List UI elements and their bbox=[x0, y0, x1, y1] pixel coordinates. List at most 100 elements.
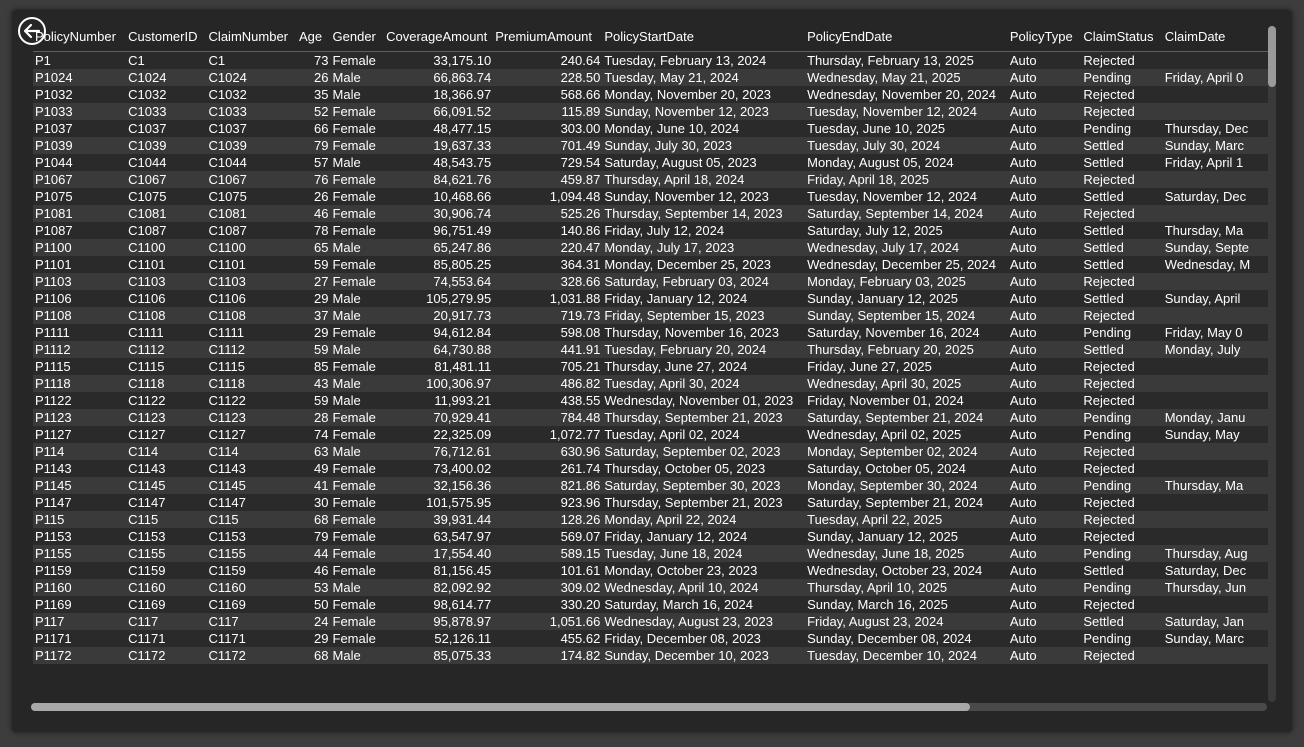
table-row[interactable]: P1087 C1087 C1087 78 Female 96,751.49 140.86 Fr… bbox=[33, 221, 1269, 239]
table-cell-premiumamount: 923.96 bbox=[560, 494, 601, 510]
table-cell-claimnumber: C1044 bbox=[208, 154, 247, 170]
table-cell-claimnumber: C1037 bbox=[208, 120, 247, 136]
table-cell-claimstatus: Rejected bbox=[1083, 52, 1135, 68]
table-row[interactable]: P1067 C1067 C1067 76 Female 84,621.76 459.87 Th… bbox=[33, 170, 1269, 188]
table-cell-claimdate bbox=[1163, 358, 1269, 375]
table-cell-policystartdate: Thursday, September 21, 2023 bbox=[604, 409, 783, 425]
table-cell-gender: Male bbox=[332, 239, 361, 255]
table-cell-policyenddate: Wednesday, November 20, 2024 bbox=[807, 86, 996, 102]
table-cell-policytype: Auto bbox=[1009, 256, 1037, 272]
table-row[interactable]: P1160 C1160 C1160 53 Male 82,092.92 309.02 Wedn… bbox=[33, 578, 1269, 596]
table-cell-claimnumber: C1122 bbox=[208, 392, 246, 408]
table-cell-claimdate: Thursday, Dec bbox=[1164, 120, 1249, 136]
table-row[interactable]: P1123 C1123 C1123 28 Female 70,929.41 784.48 Th… bbox=[33, 408, 1269, 426]
table-row[interactable]: P1171 C1171 C1171 29 Female 52,126.11 455.62 Fr… bbox=[33, 629, 1269, 647]
table-row[interactable]: P1118 C1118 C1118 43 Male 100,306.97 486.82 Tue… bbox=[33, 374, 1269, 392]
vertical-scrollbar[interactable] bbox=[1268, 26, 1276, 702]
table-cell-claimstatus: Settled bbox=[1083, 154, 1124, 170]
table-row[interactable]: P1143 C1143 C1143 49 Female 73,400.02 261.74 Th… bbox=[33, 459, 1269, 477]
table-cell-claimdate: Friday, April 0 bbox=[1164, 69, 1244, 85]
table-row[interactable]: P1122 C1122 C1122 59 Male 11,993.21 438.55 Wedn… bbox=[33, 391, 1269, 409]
table-cell-gender: Female bbox=[332, 562, 376, 578]
table-row[interactable]: P114 C114 C114 63 Male 76,712.61 630.96 Saturda… bbox=[33, 442, 1269, 460]
table-cell-age: 29 bbox=[314, 630, 329, 646]
column-header-gender[interactable]: Gender bbox=[331, 22, 385, 51]
back-button[interactable] bbox=[17, 16, 47, 46]
table-row[interactable]: P1155 C1155 C1155 44 Female 17,554.40 589.15 Tu… bbox=[33, 544, 1269, 562]
table-cell-claimstatus: Rejected bbox=[1083, 273, 1135, 289]
table-cell-age: 66 bbox=[314, 120, 329, 136]
table-cell-gender: Male bbox=[332, 290, 361, 306]
horizontal-scrollbar-thumb[interactable] bbox=[31, 703, 971, 711]
table-cell-policyenddate: Saturday, September 21, 2024 bbox=[807, 494, 984, 510]
table-cell-policystartdate: Thursday, April 18, 2024 bbox=[604, 171, 745, 187]
table-row[interactable]: P1172 C1172 C1172 68 Male 85,075.33 174.82 Sund… bbox=[33, 646, 1269, 664]
table-row[interactable]: P1103 C1103 C1103 27 Female 74,553.64 328.66 Sa… bbox=[33, 272, 1269, 290]
table-row[interactable]: P1037 C1037 C1037 66 Female 48,477.15 303.00 Mo… bbox=[33, 119, 1269, 137]
table-row[interactable]: P1075 C1075 C1075 26 Female 10,468.66 1,094.48… bbox=[33, 187, 1269, 205]
table-cell-coverageamount: 52,126.11 bbox=[434, 630, 492, 646]
table-row[interactable]: P1044 C1044 C1044 57 Male 48,543.75 729.54 Satu… bbox=[33, 153, 1269, 171]
table-row[interactable]: P1 C1 C1 73 Female 33,175.10 240.64 Tuesday, Fe… bbox=[33, 51, 1269, 69]
table-cell-claimdate bbox=[1163, 596, 1269, 613]
column-header-claimstatus[interactable]: ClaimStatus bbox=[1081, 22, 1162, 51]
table-cell-policyenddate: Friday, June 27, 2025 bbox=[807, 358, 932, 374]
table-row[interactable]: P1115 C1115 C1115 85 Female 81,481.11 705.21 Th… bbox=[33, 357, 1269, 375]
table-row[interactable]: P1106 C1106 C1106 29 Male 105,279.95 1,031.88 F… bbox=[33, 289, 1269, 307]
vertical-scrollbar-thumb[interactable] bbox=[1268, 26, 1276, 87]
table-cell-coverageamount: 105,279.95 bbox=[426, 290, 492, 306]
column-header-customerid[interactable]: CustomerID bbox=[126, 22, 206, 51]
table-row[interactable]: P1101 C1101 C1101 59 Female 85,805.25 364.31 Mo… bbox=[33, 255, 1269, 273]
table-row[interactable]: P1100 C1100 C1100 65 Male 65,247.86 220.47 Mond… bbox=[33, 238, 1269, 256]
table-row[interactable]: P1108 C1108 C1108 37 Male 20,917.73 719.73 Frid… bbox=[33, 306, 1269, 324]
table-row[interactable]: P1032 C1032 C1032 35 Male 18,366.97 568.66 Mond… bbox=[33, 85, 1269, 103]
table-row[interactable]: P1033 C1033 C1033 52 Female 66,091.52 115.89 Su… bbox=[33, 102, 1269, 120]
table-cell-policyenddate: Saturday, July 12, 2025 bbox=[807, 222, 943, 238]
table-cell-claimnumber: C1081 bbox=[208, 205, 247, 221]
table-row[interactable]: P1153 C1153 C1153 79 Female 63,547.97 569.07 Fr… bbox=[33, 527, 1269, 545]
column-header-premiumamount[interactable]: PremiumAmount bbox=[493, 22, 602, 51]
table-cell-claimnumber: C1101 bbox=[208, 256, 246, 272]
table-cell-gender: Female bbox=[332, 52, 376, 68]
table-row[interactable]: P1145 C1145 C1145 41 Female 32,156.36 821.86 Sa… bbox=[33, 476, 1269, 494]
table-cell-claimstatus: Rejected bbox=[1083, 494, 1135, 510]
table-cell-age: 49 bbox=[314, 460, 329, 476]
column-header-claimdate[interactable]: ClaimDate bbox=[1163, 22, 1269, 51]
table-cell-premiumamount: 455.62 bbox=[560, 630, 601, 646]
table-cell-age: 41 bbox=[314, 477, 329, 493]
table-cell-policynumber: P1127 bbox=[35, 426, 72, 442]
table-cell-policynumber: P1145 bbox=[35, 477, 72, 493]
column-header-coverageamount[interactable]: CoverageAmount bbox=[384, 22, 493, 51]
table-row[interactable]: P1159 C1159 C1159 46 Female 81,156.45 101.61 Mo… bbox=[33, 561, 1269, 579]
table-row[interactable]: P115 C115 C115 68 Female 39,931.44 128.26 Monda… bbox=[33, 510, 1269, 528]
table-cell-claimnumber: C1075 bbox=[208, 188, 247, 204]
column-header-policytype[interactable]: PolicyType bbox=[1008, 22, 1082, 51]
table-cell-claimstatus: Settled bbox=[1083, 613, 1124, 629]
table-cell-premiumamount: 303.00 bbox=[560, 120, 601, 136]
table-cell-claimstatus: Rejected bbox=[1083, 443, 1135, 459]
column-header-claimnumber[interactable]: ClaimNumber bbox=[207, 22, 297, 51]
table-cell-coverageamount: 66,863.74 bbox=[433, 69, 492, 85]
table-cell-policystartdate: Tuesday, April 02, 2024 bbox=[604, 426, 740, 442]
table-cell-customerid: C1169 bbox=[128, 596, 166, 612]
table-cell-claimnumber: C1147 bbox=[208, 494, 246, 510]
table-row[interactable]: P1147 C1147 C1147 30 Female 101,575.95 923.96 T… bbox=[33, 493, 1269, 511]
column-header-policyenddate[interactable]: PolicyEndDate bbox=[805, 22, 1008, 51]
table-row[interactable]: P1112 C1112 C1112 59 Male 64,730.88 441.91 Tues… bbox=[33, 340, 1269, 358]
table-row[interactable]: P1039 C1039 C1039 79 Female 19,637.33 701.49 Su… bbox=[33, 136, 1269, 154]
table-row[interactable]: P117 C117 C117 24 Female 95,878.97 1,051.66 Wed… bbox=[33, 612, 1269, 630]
table-cell-coverageamount: 10,468.66 bbox=[433, 188, 492, 204]
table-row[interactable]: P1081 C1081 C1081 46 Female 30,906.74 525.26 Th… bbox=[33, 204, 1269, 222]
horizontal-scrollbar[interactable] bbox=[31, 703, 1267, 711]
table-cell-policytype: Auto bbox=[1009, 630, 1037, 646]
table-cell-policynumber: P1106 bbox=[35, 290, 72, 306]
column-header-age[interactable]: Age bbox=[297, 22, 331, 51]
column-header-policystartdate[interactable]: PolicyStartDate bbox=[602, 22, 805, 51]
table-row[interactable]: P1024 C1024 C1024 26 Male 66,863.74 228.50 Tues… bbox=[33, 68, 1269, 86]
table-cell-customerid: C1100 bbox=[128, 239, 166, 255]
table-row[interactable]: P1111 C1111 C1111 29 Female 94,612.84 598.08 Th… bbox=[33, 323, 1269, 341]
table-row[interactable]: P1169 C1169 C1169 50 Female 98,614.77 330.20 Sa… bbox=[33, 595, 1269, 613]
table-cell-claimnumber: C1115 bbox=[208, 358, 245, 374]
table-row[interactable]: P1127 C1127 C1127 74 Female 22,325.09 1,072.77… bbox=[33, 425, 1269, 443]
table-cell-policystartdate: Sunday, November 12, 2023 bbox=[604, 188, 769, 204]
